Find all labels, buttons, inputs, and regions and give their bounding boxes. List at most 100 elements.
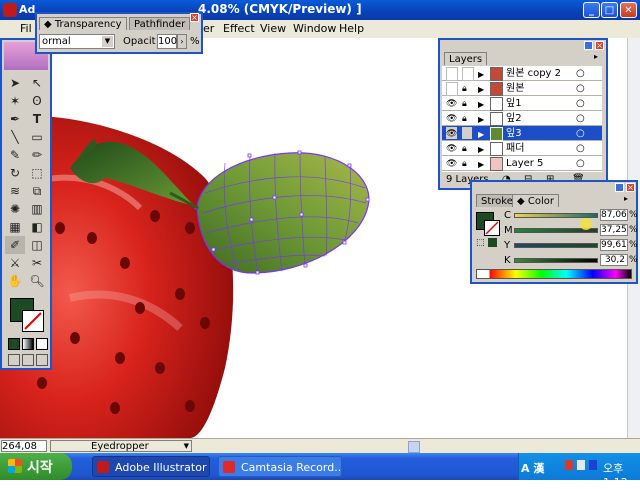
lock-icon[interactable]: 🔒︎ — [462, 142, 467, 154]
eye-icon[interactable]: 👁︎ — [446, 97, 457, 109]
tray-ime[interactable]: A 漢 — [521, 460, 544, 476]
minimize-button[interactable]: _ — [583, 2, 600, 18]
expand-arrow-icon[interactable]: ▶ — [478, 142, 484, 154]
selection-tool-icon[interactable]: ➤ — [5, 74, 25, 92]
blend-mode-select[interactable]: ormal ▼ — [39, 34, 115, 49]
layer-row[interactable]: 👁︎ 🔒︎ ▶ 잎1 ○ — [442, 96, 602, 111]
layer-row-selected[interactable]: 👁︎ ▶ 잎3 ○ — [442, 126, 602, 141]
rectangle-tool-icon[interactable]: ▭ — [27, 128, 47, 146]
target-circle-icon[interactable]: ○ — [576, 96, 585, 111]
paintbrush-tool-icon[interactable]: ✎ — [5, 146, 25, 164]
free-transform-tool-icon[interactable]: ⧉ — [27, 182, 47, 200]
target-circle-icon[interactable]: ○ — [576, 66, 585, 81]
current-tool-status[interactable]: Eyedropper ▼ — [50, 440, 192, 452]
eye-icon[interactable]: 👁︎ — [446, 142, 457, 154]
standard-screen-mode-button[interactable] — [8, 354, 20, 366]
lock-icon[interactable]: 🔒︎ — [462, 97, 467, 109]
opacity-input[interactable]: 100 — [157, 34, 177, 49]
zoom-tool-icon[interactable]: 🔍︎ — [27, 272, 47, 290]
magenta-value-input[interactable]: 37,25 — [600, 224, 628, 236]
panel-minimize-icon[interactable]: _ — [615, 183, 624, 192]
panel-menu-icon[interactable]: ▸ — [624, 194, 628, 203]
expand-arrow-icon[interactable]: ▶ — [478, 67, 484, 79]
layer-row[interactable]: 👁︎ 🔒︎ ▶ 패더 ○ — [442, 141, 602, 156]
chevron-down-icon[interactable]: ▼ — [184, 441, 189, 452]
panel-close-icon[interactable]: × — [626, 183, 635, 192]
horizontal-scroll-thumb[interactable] — [408, 441, 420, 453]
illustrator-app-icon[interactable] — [3, 3, 17, 17]
target-circle-icon[interactable]: ○ — [576, 156, 585, 171]
eyedropper-tool-icon[interactable]: ✐ — [5, 236, 25, 254]
pen-tool-icon[interactable]: ✒ — [5, 110, 25, 128]
menu-filter[interactable]: er — [203, 22, 214, 35]
menu-view[interactable]: View — [260, 22, 286, 35]
eye-icon[interactable]: 👁︎ — [446, 127, 458, 139]
layer-row[interactable]: ▶ 원본 copy 2 ○ — [442, 66, 602, 81]
rotate-tool-icon[interactable]: ↻ — [5, 164, 25, 182]
target-circle-icon[interactable]: ○ — [576, 111, 585, 126]
expand-arrow-icon[interactable]: ▶ — [478, 127, 484, 139]
menu-effect[interactable]: Effect — [223, 22, 255, 35]
menu-window[interactable]: Window — [293, 22, 336, 35]
graph-tool-icon[interactable]: ▥ — [27, 200, 47, 218]
media-tray-icon[interactable] — [589, 460, 597, 470]
full-screen-menu-mode-button[interactable] — [22, 354, 34, 366]
camtasia-tray-icon[interactable] — [565, 460, 573, 470]
start-button[interactable]: 시작 — [0, 453, 72, 480]
eye-icon[interactable]: 👁︎ — [446, 112, 457, 124]
stroke-color-swatch[interactable] — [22, 310, 44, 332]
mesh-leaf[interactable] — [196, 152, 370, 274]
gradient-mode-button[interactable] — [22, 338, 34, 350]
target-circle-icon[interactable]: ○ — [576, 126, 585, 141]
panel-menu-icon[interactable]: ▸ — [594, 52, 598, 61]
type-tool-icon[interactable]: T — [27, 110, 47, 128]
expand-arrow-icon[interactable]: ▶ — [478, 112, 484, 124]
target-circle-icon[interactable]: ○ — [576, 81, 585, 96]
expand-arrow-icon[interactable]: ▶ — [478, 157, 484, 169]
lasso-tool-icon[interactable]: ʘ — [27, 92, 47, 110]
symbol-sprayer-tool-icon[interactable]: ✺ — [5, 200, 25, 218]
black-slider[interactable] — [514, 258, 598, 263]
line-tool-icon[interactable]: ╲ — [5, 128, 25, 146]
hand-tool-icon[interactable]: ✋ — [5, 272, 25, 290]
taskbar-item-illustrator[interactable]: Adobe Illustrator -... — [92, 456, 210, 477]
lock-toggle[interactable] — [462, 127, 472, 139]
chevron-down-icon[interactable]: ▼ — [102, 36, 113, 47]
magic-wand-tool-icon[interactable]: ✶ — [5, 92, 25, 110]
maximize-button[interactable]: □ — [601, 2, 618, 18]
close-button[interactable]: ✕ — [620, 2, 637, 18]
color-spectrum-bar[interactable] — [476, 269, 632, 279]
panel-minimize-icon[interactable]: _ — [584, 41, 593, 50]
mesh-tool-icon[interactable]: ▦ — [5, 218, 25, 236]
menu-help[interactable]: Help — [339, 22, 364, 35]
gamut-color-swatch[interactable] — [488, 238, 497, 247]
layer-row[interactable]: 🔒︎ ▶ 원본 ○ — [442, 81, 602, 96]
lock-icon[interactable]: 🔒︎ — [462, 82, 467, 94]
zoom-level-field[interactable]: 264,08 — [1, 440, 47, 452]
layer-row[interactable]: 👁︎ 🔒︎ ▶ 잎2 ○ — [442, 111, 602, 126]
warp-tool-icon[interactable]: ≋ — [5, 182, 25, 200]
stroke-swatch[interactable] — [484, 220, 500, 236]
menu-file[interactable]: Fil — [20, 22, 32, 35]
taskbar-item-camtasia[interactable]: Camtasia Record... — [218, 456, 342, 477]
black-value-input[interactable]: 30,2 — [600, 254, 628, 266]
eye-icon[interactable]: 👁︎ — [446, 157, 457, 169]
visibility-toggle[interactable] — [446, 67, 458, 81]
color-mode-button[interactable] — [8, 338, 20, 350]
target-circle-icon[interactable]: ○ — [576, 141, 585, 156]
tray-app-icon[interactable] — [577, 460, 585, 470]
lock-icon[interactable]: 🔒︎ — [462, 112, 467, 124]
expand-arrow-icon[interactable]: ▶ — [478, 97, 484, 109]
none-mode-button[interactable] — [36, 338, 48, 350]
gradient-tool-icon[interactable]: ◧ — [27, 218, 47, 236]
scale-tool-icon[interactable]: ⬚ — [27, 164, 47, 182]
lock-toggle[interactable] — [462, 67, 474, 81]
cyan-value-input[interactable]: 87,06 — [600, 209, 628, 221]
out-of-gamut-cube-icon[interactable]: ⬚ — [476, 238, 485, 248]
visibility-toggle[interactable] — [446, 82, 458, 96]
panel-close-icon[interactable]: × — [595, 41, 604, 50]
panel-close-icon[interactable]: × — [190, 13, 199, 22]
blend-tool-icon[interactable]: ◫ — [27, 236, 47, 254]
yellow-slider[interactable] — [514, 243, 598, 248]
full-screen-mode-button[interactable] — [36, 354, 48, 366]
